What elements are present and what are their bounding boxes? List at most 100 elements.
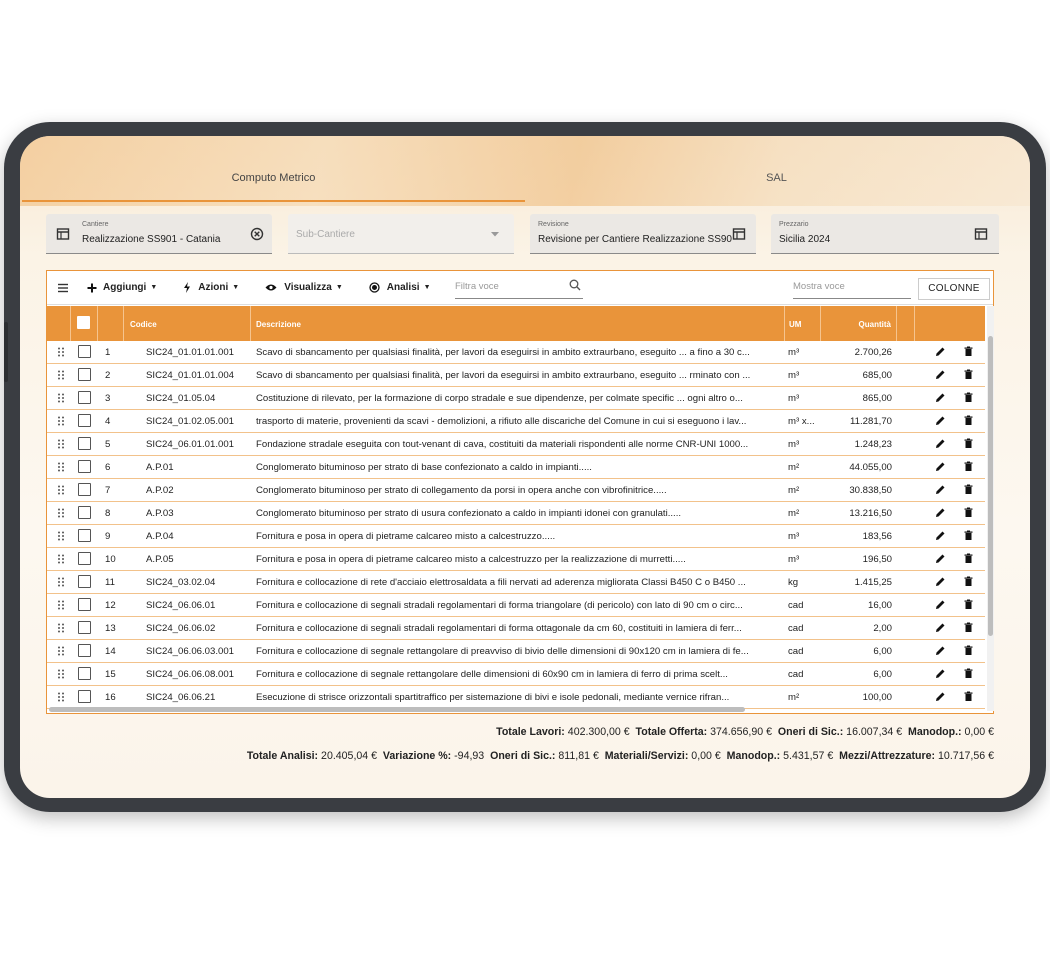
tab-computo-metrico[interactable]: Computo Metrico [22,162,525,202]
table-icon[interactable] [732,227,746,241]
vertical-scroll-thumb[interactable] [988,336,993,636]
table-row[interactable]: 12 SIC24_06.06.01 Fornitura e collocazione… [47,594,985,617]
delete-icon[interactable] [963,484,974,495]
row-checkbox[interactable] [78,529,91,542]
edit-icon[interactable] [935,392,946,403]
table-row[interactable]: 4 SIC24_01.02.05.001 trasporto di materie,… [47,410,985,433]
table-row[interactable]: 14 SIC24_06.06.03.001 Fornitura e collocaz… [47,640,985,663]
drag-handle-icon[interactable] [57,347,65,357]
edit-icon[interactable] [935,415,946,426]
delete-icon[interactable] [963,645,974,656]
edit-icon[interactable] [935,438,946,449]
drag-handle-icon[interactable] [57,393,65,403]
row-checkbox[interactable] [78,575,91,588]
edit-icon[interactable] [935,645,946,656]
edit-icon[interactable] [935,484,946,495]
drag-handle-icon[interactable] [57,439,65,449]
edit-icon[interactable] [935,530,946,541]
horizontal-scroll-thumb[interactable] [49,707,745,712]
table-row[interactable]: 7 A.P.02 Conglomerato bituminoso per strat… [47,479,985,502]
edit-icon[interactable] [935,507,946,518]
row-checkbox[interactable] [78,460,91,473]
prezzario-select[interactable]: Prezzario Sicilia 2024 [771,214,999,254]
drag-handle-icon[interactable] [57,577,65,587]
search-icon[interactable] [569,279,581,291]
delete-icon[interactable] [963,599,974,610]
delete-icon[interactable] [963,507,974,518]
table-row[interactable]: 1 SIC24_01.01.01.001 Scavo di sbancamento … [47,341,985,364]
delete-icon[interactable] [963,530,974,541]
delete-icon[interactable] [963,461,974,472]
table-row[interactable]: 6 A.P.01 Conglomerato bituminoso per strat… [47,456,985,479]
header-codice[interactable]: Codice [124,306,251,341]
analysis-menu-button[interactable]: Analisi ▼ [369,282,431,293]
delete-icon[interactable] [963,392,974,403]
drag-handle-icon[interactable] [57,508,65,518]
row-checkbox[interactable] [78,414,91,427]
row-checkbox[interactable] [78,368,91,381]
vertical-scrollbar[interactable] [987,306,994,711]
header-descrizione[interactable]: Descrizione [251,306,785,341]
delete-icon[interactable] [963,691,974,702]
edit-icon[interactable] [935,691,946,702]
row-checkbox[interactable] [78,506,91,519]
drag-handle-icon[interactable] [57,646,65,656]
row-checkbox[interactable] [78,483,91,496]
actions-menu-button[interactable]: Azioni ▼ [183,282,239,293]
row-checkbox[interactable] [78,437,91,450]
sub-cantiere-select[interactable]: Sub-Cantiere [288,214,514,254]
drag-handle-icon[interactable] [57,485,65,495]
edit-icon[interactable] [935,668,946,679]
delete-icon[interactable] [963,369,974,380]
edit-icon[interactable] [935,461,946,472]
row-checkbox[interactable] [78,598,91,611]
clear-icon[interactable] [250,227,264,241]
menu-icon[interactable] [57,283,69,293]
table-row[interactable]: 2 SIC24_01.01.01.004 Scavo di sbancamento … [47,364,985,387]
row-checkbox[interactable] [78,391,91,404]
columns-button[interactable]: COLONNE [918,278,990,300]
add-menu-button[interactable]: Aggiungi ▼ [87,282,157,293]
edit-icon[interactable] [935,369,946,380]
row-checkbox[interactable] [78,621,91,634]
delete-icon[interactable] [963,438,974,449]
table-row[interactable]: 9 A.P.04 Fornitura e posa in opera di piet… [47,525,985,548]
edit-icon[interactable] [935,576,946,587]
view-menu-button[interactable]: Visualizza ▼ [265,282,343,293]
select-all-checkbox[interactable] [77,316,90,329]
cantiere-select[interactable]: Cantiere Realizzazione SS901 - Catania [46,214,272,254]
row-checkbox[interactable] [78,690,91,703]
delete-icon[interactable] [963,553,974,564]
header-um[interactable]: UM [785,306,821,341]
delete-icon[interactable] [963,415,974,426]
mostra-voce-input[interactable]: Mostra voce [793,279,911,299]
edit-icon[interactable] [935,553,946,564]
delete-icon[interactable] [963,346,974,357]
drag-handle-icon[interactable] [57,692,65,702]
horizontal-scrollbar[interactable] [49,707,985,713]
table-row[interactable]: 8 A.P.03 Conglomerato bituminoso per strat… [47,502,985,525]
edit-icon[interactable] [935,599,946,610]
table-icon[interactable] [974,227,988,241]
drag-handle-icon[interactable] [57,416,65,426]
row-checkbox[interactable] [78,644,91,657]
table-row[interactable]: 5 SIC24_06.01.01.001 Fondazione stradale e… [47,433,985,456]
drag-handle-icon[interactable] [57,531,65,541]
drag-handle-icon[interactable] [57,623,65,633]
filter-voce-input[interactable]: Filtra voce [455,279,583,299]
delete-icon[interactable] [963,622,974,633]
table-row[interactable]: 13 SIC24_06.06.02 Fornitura e collocazione… [47,617,985,640]
edit-icon[interactable] [935,346,946,357]
table-row[interactable]: 11 SIC24_03.02.04 Fornitura e collocazione… [47,571,985,594]
table-row[interactable]: 16 SIC24_06.06.21 Esecuzione di strisce or… [47,686,985,709]
drag-handle-icon[interactable] [57,554,65,564]
edit-icon[interactable] [935,622,946,633]
delete-icon[interactable] [963,576,974,587]
header-quantita[interactable]: Quantità [821,306,897,341]
table-row[interactable]: 15 SIC24_06.06.08.001 Fornitura e collocaz… [47,663,985,686]
drag-handle-icon[interactable] [57,370,65,380]
table-row[interactable]: 10 A.P.05 Fornitura e posa in opera di pie… [47,548,985,571]
row-checkbox[interactable] [78,552,91,565]
table-row[interactable]: 3 SIC24_01.05.04 Costituzione di rilevato,… [47,387,985,410]
drag-handle-icon[interactable] [57,462,65,472]
